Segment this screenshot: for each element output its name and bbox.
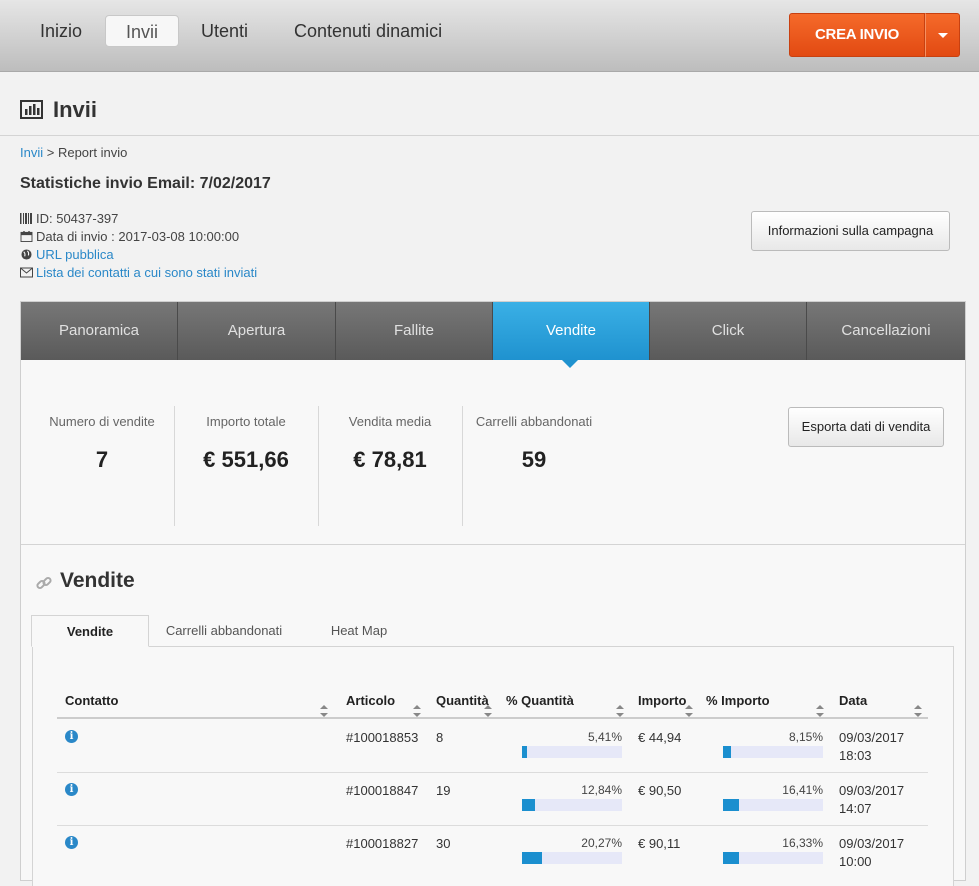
- cell-pct-importo: 8,15%: [788, 730, 823, 744]
- tab-fallite[interactable]: Fallite: [336, 302, 493, 360]
- contacts-list-link[interactable]: Lista dei contatti a cui sono stati invi…: [36, 265, 257, 280]
- cell-pct-importo: 16,41%: [782, 783, 823, 797]
- nav-inizio[interactable]: Inizio: [20, 15, 102, 47]
- public-url-link[interactable]: URL pubblica: [36, 247, 114, 262]
- tab-vendite[interactable]: Vendite: [493, 302, 650, 360]
- progress-bar-importo: [723, 746, 823, 758]
- breadcrumb-current: Report invio: [57, 145, 128, 160]
- breadcrumb: Invii > Report invio: [20, 145, 128, 160]
- cell-quantita: 30: [436, 836, 451, 851]
- subtab-vendite[interactable]: Vendite: [31, 615, 149, 647]
- cell-ora: 10:00: [839, 854, 872, 869]
- cell-importo: € 90,11: [638, 836, 681, 851]
- section-title: Vendite: [60, 569, 135, 592]
- calendar-icon: [20, 231, 33, 242]
- progress-bar-importo: [723, 852, 823, 864]
- bar-chart-icon: [20, 100, 43, 119]
- kpi-carrelli-abbandonati: Carrelli abbandonati 59: [475, 414, 593, 472]
- cell-importo: € 44,94: [638, 730, 682, 745]
- subtab-heat-map[interactable]: Heat Map: [312, 615, 406, 647]
- cell-articolo: #100018827: [346, 836, 419, 851]
- public-url-row: URL pubblica: [20, 246, 114, 264]
- contacts-list-row: Lista dei contatti a cui sono stati invi…: [20, 264, 257, 282]
- cell-pct-importo: 16,33%: [782, 836, 823, 850]
- column-header-importo[interactable]: Importo: [638, 693, 686, 708]
- cell-pct-quantita: 20,27%: [581, 836, 622, 850]
- column-header-contatto[interactable]: Contatto: [65, 693, 118, 708]
- create-send-dropdown-toggle[interactable]: [925, 13, 960, 57]
- nav-invii[interactable]: Invii: [105, 15, 179, 47]
- cell-data: 09/03/2017: [839, 836, 905, 851]
- cell-data: 09/03/2017: [839, 783, 905, 798]
- page-title: Invii: [53, 97, 98, 122]
- cell-articolo: #100018853: [346, 730, 419, 745]
- globe-icon: [21, 249, 32, 260]
- contact-info-icon[interactable]: i: [65, 836, 78, 849]
- progress-bar-quantita: [522, 799, 622, 811]
- cell-importo: € 90,50: [638, 783, 682, 798]
- column-header-pct-importo[interactable]: % Importo: [706, 693, 770, 708]
- cell-quantita: 8: [436, 730, 444, 745]
- kpi-vendita-media: Vendita media € 78,81: [348, 414, 432, 472]
- cell-pct-quantita: 5,41%: [587, 730, 622, 744]
- breadcrumb-invii-link[interactable]: Invii: [20, 145, 43, 160]
- nav-utenti[interactable]: Utenti: [181, 15, 268, 47]
- campaign-date: Data di invio : 2017-03-08 10:00:00: [20, 228, 239, 246]
- tab-cancellazioni[interactable]: Cancellazioni: [807, 302, 965, 360]
- kpi-numero-vendite: Numero di vendite 7: [49, 414, 155, 472]
- progress-bar-importo: [723, 799, 823, 811]
- progress-bar-quantita: [522, 746, 622, 758]
- export-sales-button[interactable]: Esporta dati di vendita: [788, 407, 944, 447]
- link-icon: [36, 576, 52, 590]
- subtab-carrelli-abbandonati[interactable]: Carrelli abbandonati: [152, 615, 296, 647]
- campaign-title: Statistiche invio Email: 7/02/2017: [20, 175, 271, 192]
- column-header-quantita[interactable]: Quantità: [436, 693, 489, 708]
- campaign-id: ID: 50437-397: [20, 210, 118, 228]
- kpi-divider: [174, 406, 175, 526]
- sales-table-container: [32, 646, 954, 886]
- tab-click[interactable]: Click: [650, 302, 807, 360]
- campaign-info-button[interactable]: Informazioni sulla campagna: [751, 211, 950, 251]
- cell-ora: 14:07: [839, 801, 872, 816]
- page-header: [0, 72, 979, 136]
- nav-contenuti-dinamici[interactable]: Contenuti dinamici: [274, 15, 462, 47]
- cell-data: 09/03/2017: [839, 730, 905, 745]
- column-header-pct-quantita[interactable]: % Quantità: [506, 693, 574, 708]
- envelope-icon: [20, 267, 33, 278]
- cell-pct-quantita: 12,84%: [581, 783, 622, 797]
- cell-articolo: #100018847: [346, 783, 419, 798]
- column-header-articolo[interactable]: Articolo: [346, 693, 395, 708]
- barcode-icon: [20, 213, 32, 224]
- kpi-divider: [462, 406, 463, 526]
- tab-apertura[interactable]: Apertura: [178, 302, 336, 360]
- cell-quantita: 19: [436, 783, 451, 798]
- active-tab-indicator: [562, 360, 578, 368]
- column-header-data[interactable]: Data: [839, 693, 867, 708]
- tab-panoramica[interactable]: Panoramica: [21, 302, 178, 360]
- progress-bar-quantita: [522, 852, 622, 864]
- contact-info-icon[interactable]: i: [65, 730, 78, 743]
- contact-info-icon[interactable]: i: [65, 783, 78, 796]
- section-divider: [21, 544, 965, 545]
- kpi-divider: [318, 406, 319, 526]
- kpi-importo-totale: Importo totale € 551,66: [203, 414, 289, 472]
- cell-ora: 18:03: [839, 748, 872, 763]
- create-send-button[interactable]: CREA INVIO: [789, 13, 925, 57]
